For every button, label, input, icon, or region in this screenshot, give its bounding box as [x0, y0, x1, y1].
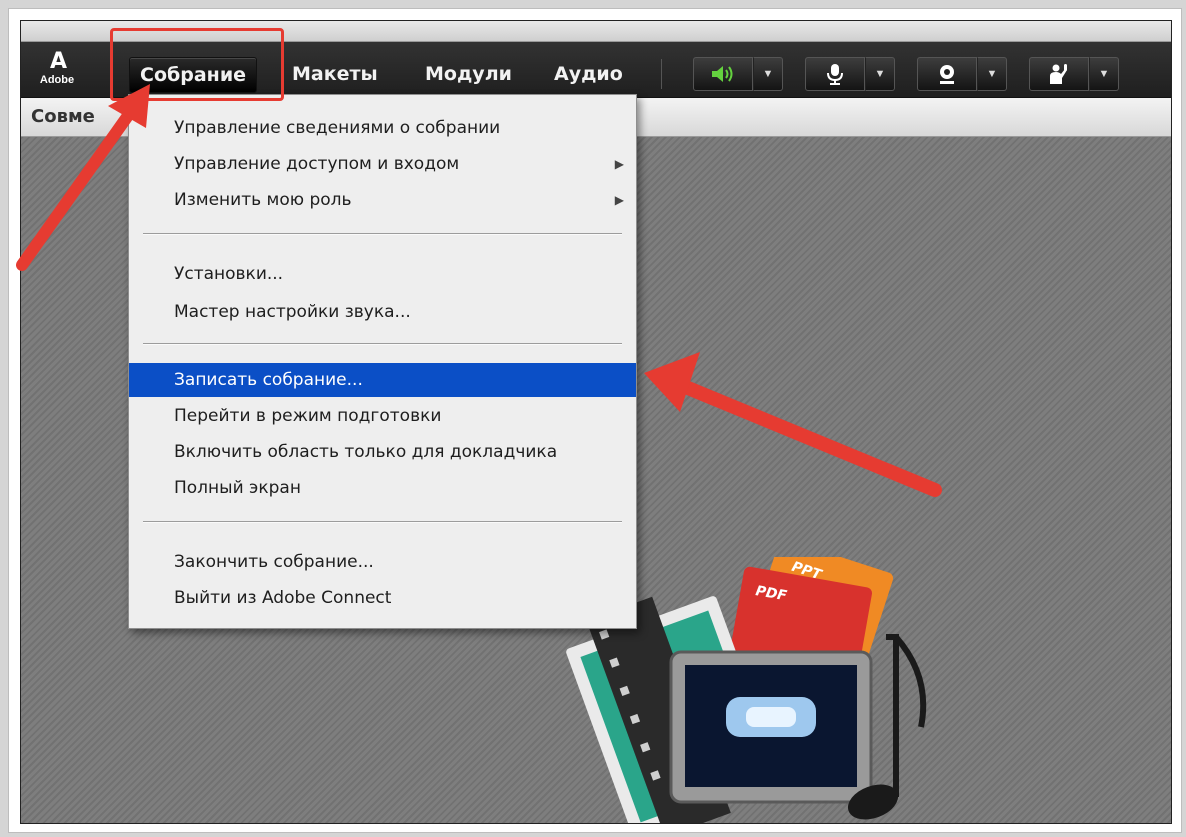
- annotation-arrow-left: [644, 352, 942, 497]
- annotation-arrow-up: [16, 84, 150, 271]
- annotation-arrows: [16, 84, 942, 497]
